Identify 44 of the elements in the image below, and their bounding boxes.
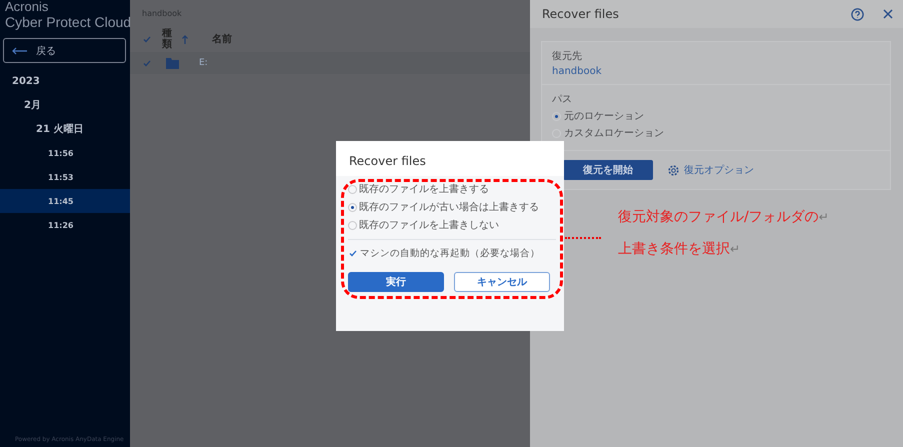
run-button[interactable]: 実行	[348, 272, 444, 292]
return-mark: ↵	[818, 210, 829, 224]
option-label: 既存のファイルを上書きしない	[359, 218, 499, 232]
tree-item[interactable]: 21 火曜日	[0, 117, 130, 141]
checkbox[interactable]	[142, 34, 152, 44]
field-label: パス	[552, 93, 573, 106]
radio-button[interactable]	[348, 202, 357, 212]
checkbox[interactable]	[348, 248, 358, 258]
radio-button[interactable]	[348, 184, 357, 194]
recovery-options-link[interactable]: 復元オプション	[684, 163, 754, 177]
tree-item[interactable]: 2023	[0, 69, 130, 93]
annotation-text: 上書き条件を選択	[618, 240, 730, 258]
option-label: マシンの自動的な再起動（必要な場合）	[360, 247, 540, 260]
option-label: 既存のファイルを上書きする	[359, 182, 489, 196]
return-mark: ↵	[730, 242, 740, 256]
tree-item[interactable]: 11:26	[0, 213, 130, 237]
cancel-button[interactable]: キャンセル	[454, 272, 550, 292]
annotation-text: 復元対象のファイル/フォルダの	[618, 208, 819, 226]
back-button[interactable]: 戻る	[3, 38, 126, 63]
option-label: 元のロケーション	[564, 110, 644, 123]
tree-item[interactable]: 11:45	[0, 189, 130, 213]
panel-title: Recover files	[542, 7, 620, 21]
close-icon[interactable]	[883, 9, 893, 19]
logo-text: Acronis	[5, 0, 50, 14]
help-icon[interactable]	[851, 8, 864, 20]
arrow-left-icon	[12, 46, 28, 54]
field-label: 復元先	[552, 50, 583, 63]
start-recovery-button[interactable]: 復元を開始	[563, 160, 653, 180]
destination-link[interactable]: handbook	[552, 66, 880, 77]
checkbox[interactable]	[142, 58, 152, 68]
radio-button[interactable]	[552, 112, 561, 120]
folder-icon	[166, 58, 179, 68]
tree-item[interactable]: 11:56	[0, 141, 130, 165]
table-cell: E:	[199, 58, 208, 68]
radio-button[interactable]	[348, 220, 357, 230]
option-label: 既存のファイルが古い場合は上書きする	[359, 200, 539, 214]
option-label: カスタムロケーション	[564, 127, 664, 140]
tree-item[interactable]: 2月	[0, 93, 130, 117]
dialog-title: Recover files	[349, 154, 427, 168]
logo-text: Cyber Protect Cloud	[5, 14, 130, 30]
arrow-up-icon	[182, 34, 188, 44]
tree-item[interactable]: 11:53	[0, 165, 130, 189]
leader-line	[565, 237, 601, 239]
gear-icon	[667, 164, 680, 176]
